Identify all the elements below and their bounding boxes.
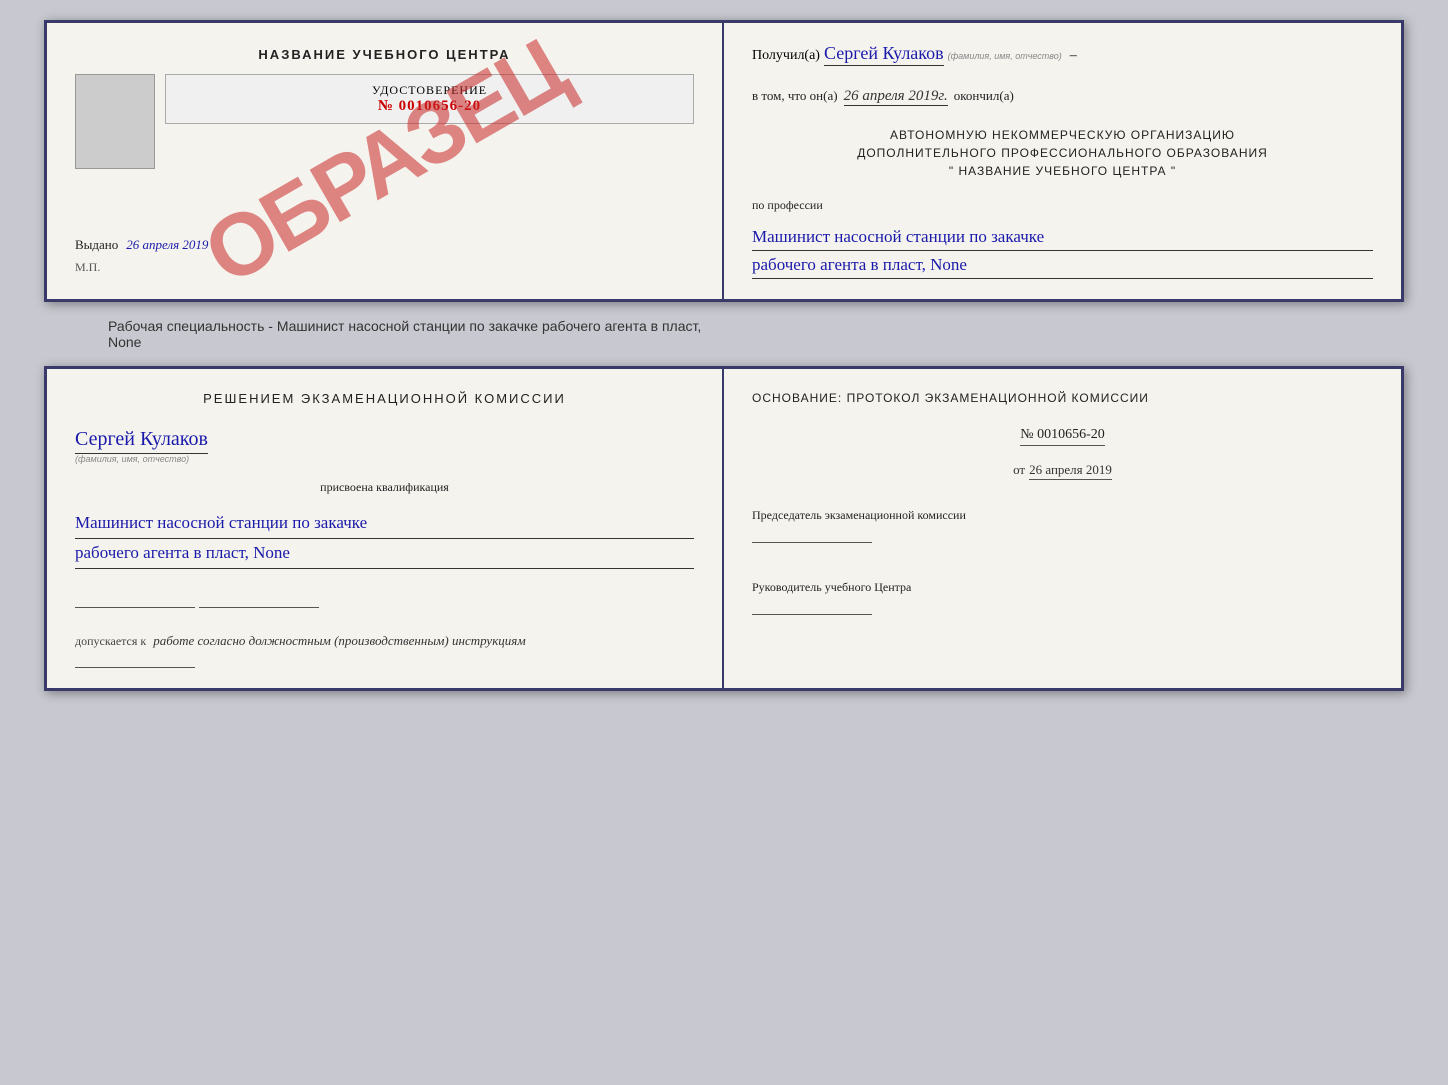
osnov-title: Основание: протокол экзаменационной коми… — [752, 389, 1373, 407]
fio-handwritten-top: Сергей Кулаков — [824, 43, 944, 66]
sign-line-3 — [75, 667, 195, 668]
left-inner: УДОСТОВЕРЕНИЕ № 0010656-20 — [75, 74, 694, 174]
org-title1: АВТОНОМНУЮ НЕКОММЕРЧЕСКУЮ ОРГАНИЗАЦИЮ — [752, 126, 1373, 144]
bottom-right-panel: Основание: протокол экзаменационной коми… — [724, 369, 1401, 688]
separator-section: Рабочая специальность - Машинист насосно… — [20, 318, 701, 350]
vydano-section: Выдано 26 апреля 2019 М.П. — [75, 206, 694, 275]
vtom-date: 26 апреля 2019г. — [844, 88, 948, 106]
rukov-section: Руководитель учебного Центра — [752, 578, 1373, 620]
dopuskaetsya-section: допускается к работе согласно должностны… — [75, 633, 694, 649]
udostoverenie-box: УДОСТОВЕРЕНИЕ № 0010656-20 — [165, 74, 694, 124]
dopuskaetsya-label: допускается к — [75, 634, 146, 648]
vydano-row: Выдано 26 апреля 2019 — [75, 236, 694, 254]
vydano-date: 26 апреля 2019 — [126, 237, 208, 252]
komissia-title: Решением экзаменационной комиссии — [75, 389, 694, 410]
ot-date-value: 26 апреля 2019 — [1029, 462, 1112, 480]
top-right-panel: Получил(а) Сергей Кулаков (фамилия, имя,… — [724, 23, 1401, 299]
bottom-fio: Сергей Кулаков — [75, 428, 208, 454]
cert-middle: УДОСТОВЕРЕНИЕ № 0010656-20 — [165, 74, 694, 174]
bottom-left-panel: Решением экзаменационной комиссии Сергей… — [47, 369, 724, 688]
ot-label: от — [1013, 462, 1025, 478]
photo-box — [75, 74, 155, 169]
rukov-label: Руководитель учебного Центра — [752, 578, 1373, 596]
sign-line-2 — [199, 607, 319, 608]
dash-top: – — [1070, 48, 1077, 64]
org-name: " НАЗВАНИЕ УЧЕБНОГО ЦЕНТРА " — [752, 162, 1373, 180]
poluchil-line: Получил(а) Сергей Кулаков (фамилия, имя,… — [752, 43, 1373, 66]
bottom-fio-hint: (фамилия, имя, отчество) — [75, 454, 694, 464]
top-left-panel: НАЗВАНИЕ УЧЕБНОГО ЦЕНТРА ОБРАЗЕЦ УДОСТОВ… — [47, 23, 724, 299]
prisvoena-label: присвоена квалификация — [75, 480, 694, 495]
protocol-number: № 0010656-20 — [1020, 427, 1105, 446]
dopuskaetsya-text: работе согласно должностным (производств… — [153, 633, 525, 648]
udostoverenie-label: УДОСТОВЕРЕНИЕ — [178, 83, 681, 98]
top-document-spread: НАЗВАНИЕ УЧЕБНОГО ЦЕНТРА ОБРАЗЕЦ УДОСТОВ… — [44, 20, 1404, 302]
ot-date-section: от 26 апреля 2019 — [752, 462, 1373, 480]
okonchil-label: окончил(а) — [954, 88, 1014, 104]
poluchil-label: Получил(а) — [752, 48, 820, 64]
photo-placeholder — [75, 74, 155, 174]
mp-label: М.П. — [75, 260, 694, 275]
predsedatel-sign — [752, 542, 872, 543]
vydano-label: Выдано — [75, 237, 118, 252]
profession-line1-top: Машинист насосной станции по закачке — [752, 223, 1373, 251]
bottom-document-spread: Решением экзаменационной комиссии Сергей… — [44, 366, 1404, 691]
rukov-sign — [752, 614, 872, 615]
center-title-top: НАЗВАНИЕ УЧЕБНОГО ЦЕНТРА — [75, 47, 694, 62]
vtom-section: в том, что он(а) 26 апреля 2019г. окончи… — [752, 88, 1373, 106]
predsedatel-section: Председатель экзаменационной комиссии — [752, 506, 1373, 548]
org-title2: ДОПОЛНИТЕЛЬНОГО ПРОФЕССИОНАЛЬНОГО ОБРАЗО… — [752, 144, 1373, 162]
profession-line2-top: рабочего агента в пласт, None — [752, 251, 1373, 279]
org-block: АВТОНОМНУЮ НЕКОММЕРЧЕСКУЮ ОРГАНИЗАЦИЮ ДО… — [752, 126, 1373, 180]
sign-line-1 — [75, 607, 195, 608]
bottom-profession2: рабочего агента в пласт, None — [75, 539, 694, 569]
separator-text2: None — [64, 334, 701, 350]
separator-text: Рабочая специальность - Машинист насосно… — [64, 318, 701, 334]
cert-number-top: № 0010656-20 — [178, 98, 681, 115]
sign-lines — [75, 591, 694, 613]
profession-block-top: Машинист насосной станции по закачке раб… — [752, 223, 1373, 279]
bottom-profession1: Машинист насосной станции по закачке — [75, 509, 694, 539]
vtom-label: в том, что он(а) — [752, 88, 838, 104]
fio-hint-top: (фамилия, имя, отчество) — [948, 51, 1062, 61]
po-prof-label: по профессии — [752, 198, 1373, 213]
bottom-fio-section: Сергей Кулаков (фамилия, имя, отчество) — [75, 428, 694, 464]
bottom-profession-block: Машинист насосной станции по закачке раб… — [75, 509, 694, 569]
predsedatel-label: Председатель экзаменационной комиссии — [752, 506, 1373, 524]
